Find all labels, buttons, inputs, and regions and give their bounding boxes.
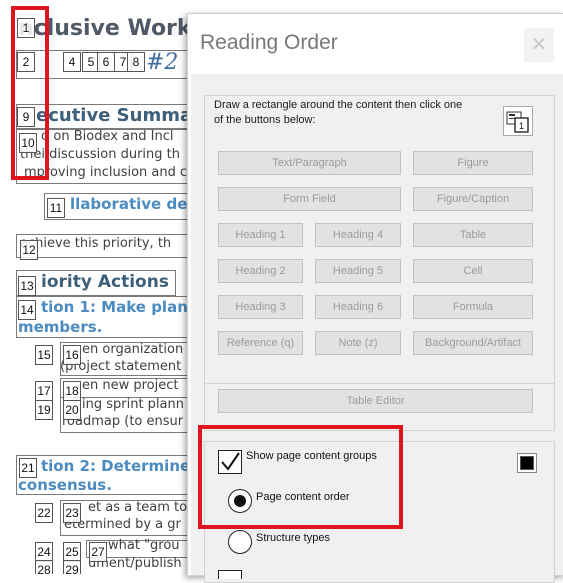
order-tag[interactable]: 16: [63, 345, 81, 365]
background-artifact-button[interactable]: Background/Artifact: [413, 331, 533, 355]
heading2-button[interactable]: Heading 2: [218, 259, 303, 283]
order-tag[interactable]: 12: [20, 240, 38, 260]
heading3-button[interactable]: Heading 3: [218, 295, 303, 319]
structure-types-label: Structure types: [256, 532, 330, 544]
heading4-button[interactable]: Heading 4: [315, 223, 401, 247]
order-tag[interactable]: 23: [63, 503, 81, 523]
heading6-button[interactable]: Heading 6: [315, 295, 401, 319]
next-option-checkbox[interactable]: [218, 570, 242, 579]
text-paragraph-button[interactable]: Text/Paragraph: [218, 151, 401, 175]
order-tag[interactable]: 24: [35, 542, 53, 562]
draw-rectangle-icon[interactable]: 1: [503, 106, 533, 136]
doc-action1-line1: tion 1: Make plann: [41, 298, 199, 316]
order-tag[interactable]: 17: [35, 381, 53, 401]
doc-para1-line1: d on Biodex and Incl: [41, 129, 174, 144]
table-editor-button[interactable]: Table Editor: [218, 389, 533, 413]
doc-action2-line1: tion 2: Determine: [41, 457, 191, 475]
order-tag[interactable]: 14: [18, 300, 36, 320]
doc-bullet22-line1: et as a team to i: [88, 500, 195, 515]
doc-handwriting: #2: [146, 50, 179, 75]
doc-bullet15-line1: en organization: [82, 342, 184, 357]
order-tag[interactable]: 29: [63, 560, 81, 574]
structure-types-radio[interactable]: [228, 530, 252, 554]
cell-button[interactable]: Cell: [413, 259, 533, 283]
svg-text:1: 1: [519, 121, 524, 131]
doc-priority-actions: iority Actions: [41, 272, 169, 292]
order-tag[interactable]: 15: [35, 345, 53, 365]
order-tag[interactable]: 19: [35, 400, 53, 420]
note-button[interactable]: Note (z): [315, 331, 401, 355]
order-tag[interactable]: 22: [35, 503, 53, 523]
table-button[interactable]: Table: [413, 223, 533, 247]
order-tag[interactable]: 18: [63, 381, 81, 401]
doc-bullet17: en new project: [82, 378, 179, 393]
doc-action2-line2: consensus.: [18, 476, 112, 494]
formula-button[interactable]: Formula: [413, 295, 533, 319]
order-tag[interactable]: 6: [97, 52, 115, 72]
order-tag[interactable]: 4: [63, 52, 81, 72]
order-tag[interactable]: 25: [63, 542, 81, 562]
order-tag[interactable]: 28: [35, 560, 53, 574]
order-tag[interactable]: 13: [18, 276, 36, 296]
figure-button[interactable]: Figure: [413, 151, 533, 175]
doc-bullet19-line1: ing sprint plann: [82, 397, 184, 412]
instructions-text: Draw a rectangle around the content then…: [214, 99, 463, 126]
order-tag[interactable]: 21: [19, 458, 37, 478]
heading1-button[interactable]: Heading 1: [218, 223, 303, 247]
doc-exec-summary: ecutive Summar: [36, 105, 201, 126]
figure-caption-button[interactable]: Figure/Caption: [413, 187, 533, 211]
doc-action1-line2: members.: [18, 318, 103, 336]
order-tag[interactable]: 20: [63, 400, 81, 420]
heading5-button[interactable]: Heading 5: [315, 259, 401, 283]
close-icon[interactable]: ✕: [524, 28, 554, 62]
highlight-box: [11, 6, 49, 180]
form-field-button[interactable]: Form Field: [218, 187, 401, 211]
group-color-swatch[interactable]: [520, 456, 534, 470]
highlight-box: [198, 425, 403, 529]
order-tag[interactable]: 27: [89, 542, 107, 562]
reading-order-dialog: Reading Order ✕ Draw a rectangle around …: [187, 13, 563, 583]
order-tag[interactable]: 8: [127, 52, 145, 72]
doc-bullet24-line1: what "grou: [108, 538, 180, 553]
doc-bullet22-line2: etermined by a gr: [64, 517, 181, 532]
doc-collab: llaborative dec: [70, 195, 197, 213]
doc-achieve: achieve this priority, th: [20, 236, 172, 251]
dialog-title: Reading Order: [200, 31, 338, 54]
order-tag[interactable]: 11: [47, 198, 65, 218]
reference-button[interactable]: Reference (q): [218, 331, 303, 355]
